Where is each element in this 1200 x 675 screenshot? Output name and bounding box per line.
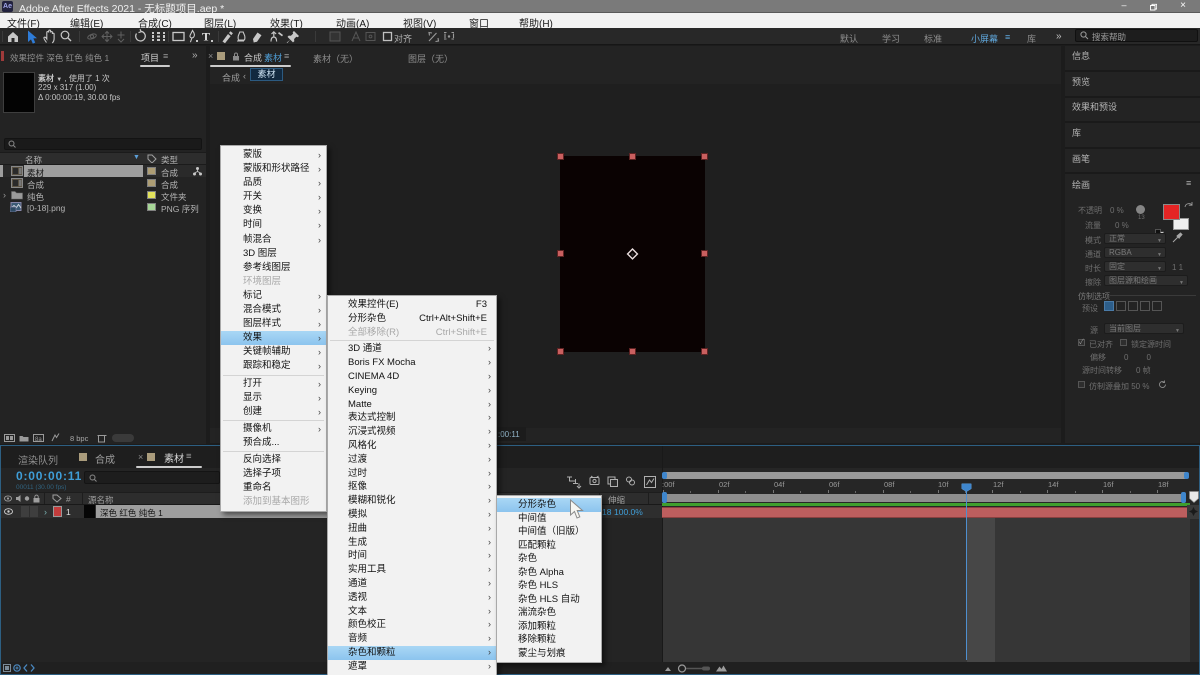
svg-text:8 bpc: 8 bpc — [70, 434, 89, 443]
svg-text:8a: 8a — [35, 437, 42, 443]
svg-text:T: T — [202, 30, 210, 44]
